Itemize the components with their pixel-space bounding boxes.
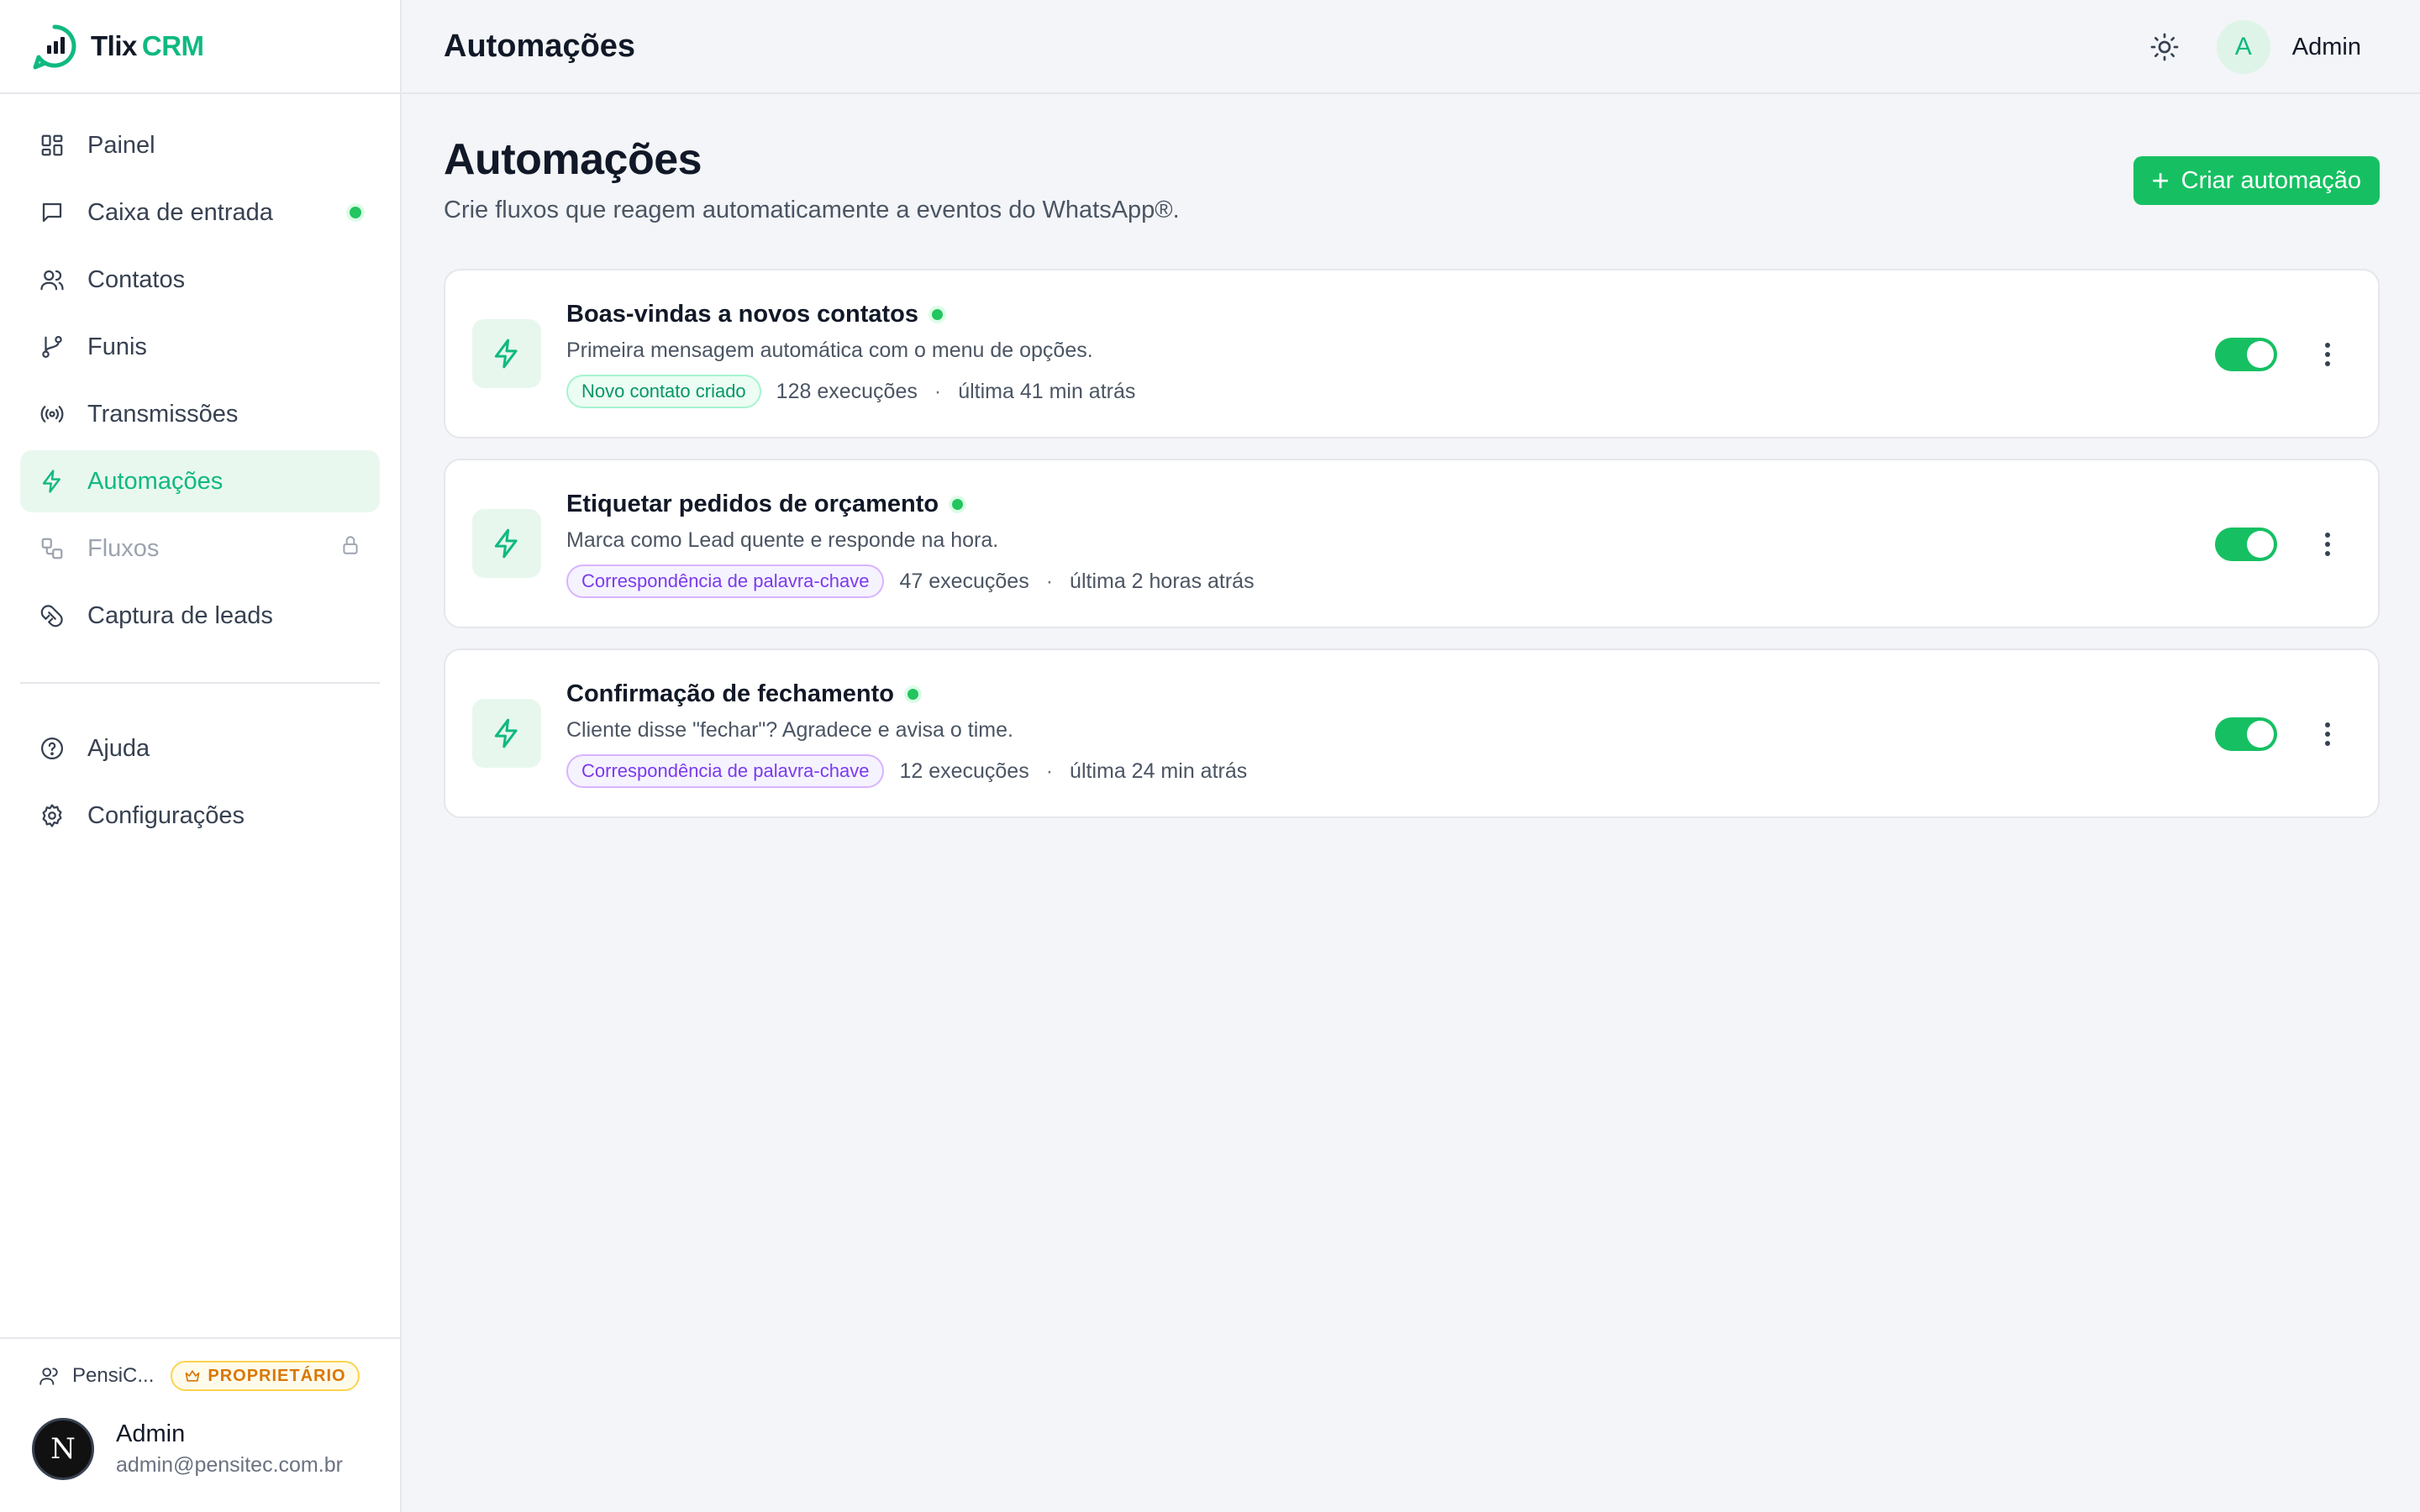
automation-description: Cliente disse "fechar"? Agradece e avisa… [566, 718, 1013, 742]
automation-title: Boas-vindas a novos contatos [566, 301, 1135, 328]
user-profile[interactable]: N Admin admin@pensitec.com.br [20, 1418, 381, 1480]
automation-title: Etiquetar pedidos de orçamento [566, 491, 1255, 518]
page-header: Automações Crie fluxos que reagem automa… [444, 94, 2380, 269]
more-options-icon[interactable] [2319, 339, 2336, 370]
sidebar-item-painel[interactable]: Painel [20, 114, 380, 176]
chat-icon [39, 199, 66, 226]
user-name: Admin [116, 1420, 186, 1447]
broadcast-icon [39, 401, 66, 428]
org-users-icon [39, 1368, 58, 1385]
last-run: última 41 min atrás [958, 379, 1136, 403]
automation-description: Primeira mensagem automática com o menu … [566, 339, 1093, 362]
avatar[interactable]: A [2216, 20, 2270, 74]
org-switcher[interactable]: PensiC... PROPRIETÁRIO [20, 1359, 381, 1393]
last-run: última 2 horas atrás [1070, 569, 1255, 593]
help-icon [39, 735, 66, 762]
enable-toggle[interactable] [2215, 338, 2277, 371]
sidebar-item-label: Funis [87, 333, 147, 360]
sidebar-footer: PensiC... PROPRIETÁRIO N Admin admin@pen… [0, 1337, 402, 1512]
execution-count: 47 execuções [899, 569, 1029, 593]
trigger-badge: Novo contato criado [566, 375, 761, 408]
active-status-dot [952, 499, 964, 510]
trigger-badge: Correspondência de palavra-chave [566, 564, 885, 598]
page-title: Automações [444, 135, 702, 184]
topbar-title: Automações [444, 28, 636, 64]
sidebar-item-label: Configurações [87, 801, 245, 829]
dashboard-icon [39, 132, 66, 159]
git-branch-icon [39, 333, 66, 360]
avatar: N [32, 1418, 94, 1480]
topbar-actions: A Admin [2141, 0, 2361, 94]
meta-separator: · [1045, 569, 1054, 593]
execution-count: 128 execuções [776, 379, 918, 403]
workflow-icon [39, 535, 66, 562]
sidebar-item-captura-leads[interactable]: Captura de leads [20, 585, 380, 647]
enable-toggle[interactable] [2215, 528, 2277, 561]
create-automation-button[interactable]: + Criar automação [2133, 156, 2380, 205]
role-badge: PROPRIETÁRIO [171, 1361, 360, 1391]
sidebar-item-label: Painel [87, 131, 155, 159]
crown-icon [186, 1370, 200, 1382]
sidebar-item-inbox[interactable]: Caixa de entrada [20, 181, 380, 244]
automation-card[interactable]: Etiquetar pedidos de orçamento Marca com… [444, 459, 2380, 628]
automation-card[interactable]: Boas-vindas a novos contatos Primeira me… [444, 269, 2380, 438]
last-run: última 24 min atrás [1070, 759, 1248, 783]
sidebar-item-label: Transmissões [87, 400, 239, 428]
sidebar-item-ajuda[interactable]: Ajuda [20, 717, 380, 780]
user-menu-name[interactable]: Admin [2292, 34, 2361, 61]
sidebar-item-transmissoes[interactable]: Transmissões [20, 383, 380, 445]
org-name: PensiC... [72, 1364, 155, 1387]
meta-separator: · [1045, 759, 1054, 783]
settings-icon [39, 802, 66, 829]
user-email: admin@pensitec.com.br [116, 1453, 343, 1477]
sun-icon [2150, 33, 2179, 61]
sidebar-item-label: Contatos [87, 265, 186, 293]
automation-description: Marca como Lead quente e responde na hor… [566, 528, 999, 552]
sidebar-divider [20, 682, 380, 684]
sidebar-item-label: Caixa de entrada [87, 198, 273, 226]
page-subtitle: Crie fluxos que reagem automaticamente a… [444, 197, 1180, 223]
more-options-icon[interactable] [2319, 719, 2336, 749]
zap-icon [472, 509, 541, 578]
logo-icon [33, 24, 76, 70]
active-status-dot [907, 689, 918, 700]
sidebar-item-automacoes[interactable]: Automações [20, 450, 380, 512]
topbar: Automações A Admin [402, 0, 2420, 94]
theme-toggle-button[interactable] [2141, 24, 2188, 71]
sidebar: Tlix CRM Painel Caixa de entrada Contatos [0, 0, 402, 1512]
execution-count: 12 execuções [899, 759, 1029, 783]
plus-icon: + [2151, 163, 2170, 197]
online-dot [350, 207, 361, 218]
main-content: Automações Crie fluxos que reagem automa… [444, 94, 2380, 838]
sidebar-item-configuracoes[interactable]: Configurações [20, 785, 380, 847]
sidebar-item-label: Fluxos [87, 534, 160, 562]
enable-toggle[interactable] [2215, 717, 2277, 751]
automation-title: Confirmação de fechamento [566, 680, 1247, 708]
zap-icon [39, 468, 66, 495]
magnet-icon [39, 602, 66, 629]
sidebar-item-funis[interactable]: Funis [20, 316, 380, 378]
automation-card[interactable]: Confirmação de fechamento Cliente disse … [444, 648, 2380, 818]
automation-meta: Correspondência de palavra-chave 47 exec… [566, 564, 1255, 598]
active-status-dot [932, 309, 943, 320]
sidebar-item-fluxos[interactable]: Fluxos [20, 517, 380, 580]
trigger-badge: Correspondência de palavra-chave [566, 754, 885, 788]
sidebar-item-label: Automações [87, 467, 224, 495]
sidebar-item-label: Captura de leads [87, 601, 273, 629]
sidebar-item-label: Ajuda [87, 734, 150, 762]
zap-icon [472, 319, 541, 388]
brand-name: Tlix CRM [91, 30, 204, 61]
meta-separator: · [934, 379, 942, 403]
sidebar-item-contatos[interactable]: Contatos [20, 249, 380, 311]
automation-meta: Correspondência de palavra-chave 12 exec… [566, 754, 1247, 788]
users-icon [39, 266, 66, 293]
brand[interactable]: Tlix CRM [0, 0, 400, 94]
zap-icon [472, 699, 541, 768]
more-options-icon[interactable] [2319, 529, 2336, 559]
automation-meta: Novo contato criado 128 execuções · últi… [566, 375, 1135, 408]
sidebar-nav: Painel Caixa de entrada Contatos Funis T… [0, 94, 400, 847]
lock-icon [339, 534, 361, 563]
